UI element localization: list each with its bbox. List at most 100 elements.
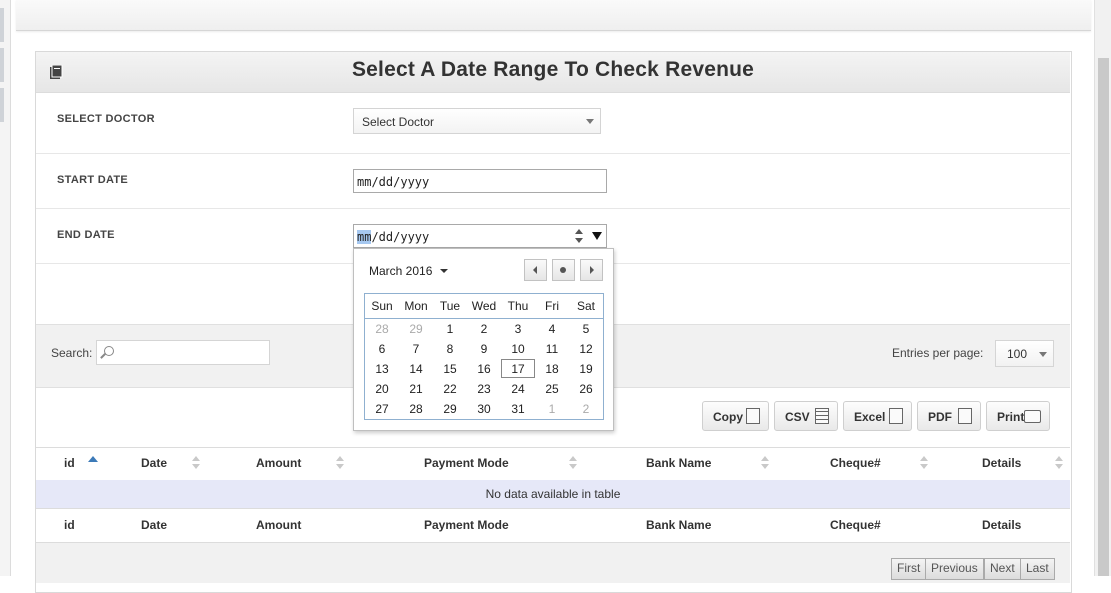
calendar-day-other-month[interactable]: 28 xyxy=(365,322,399,336)
sort-icon[interactable] xyxy=(1055,456,1063,470)
spin-up-icon[interactable] xyxy=(575,229,583,234)
doctor-select[interactable]: Select Doctor xyxy=(353,108,601,134)
calendar-day[interactable]: 22 xyxy=(433,382,467,396)
calendar-day[interactable]: 25 xyxy=(535,382,569,396)
column-header-cheque[interactable]: Cheque# xyxy=(830,456,881,470)
sort-icon[interactable] xyxy=(192,456,200,470)
calendar-day[interactable]: 10 xyxy=(501,342,535,356)
excel-label: Excel xyxy=(854,410,886,424)
calendar-day[interactable]: 27 xyxy=(365,402,399,416)
previous-page-button[interactable]: Previous xyxy=(925,558,984,580)
calendar-day[interactable]: 28 xyxy=(399,402,433,416)
calendar-day[interactable]: 16 xyxy=(467,362,501,376)
chevron-down-icon[interactable] xyxy=(440,269,448,273)
calendar-day[interactable]: 21 xyxy=(399,382,433,396)
print-button[interactable]: Print xyxy=(986,401,1050,431)
chevron-down-icon xyxy=(1039,352,1047,357)
column-header-amount[interactable]: Amount xyxy=(256,456,301,470)
start-date-input[interactable]: mm/dd/yyyy xyxy=(353,169,607,193)
calendar-day[interactable]: 9 xyxy=(467,342,501,356)
pdf-icon xyxy=(958,408,972,424)
chevron-left-icon xyxy=(533,266,537,274)
calendar-day[interactable]: 20 xyxy=(365,382,399,396)
calendar-day[interactable]: 7 xyxy=(399,342,433,356)
calendar-day[interactable]: 6 xyxy=(365,342,399,356)
calendar-day[interactable]: 23 xyxy=(467,382,501,396)
calendar-day[interactable]: 8 xyxy=(433,342,467,356)
divider xyxy=(36,208,1070,209)
column-header-date[interactable]: Date xyxy=(141,456,167,470)
calendar-day[interactable]: 13 xyxy=(365,362,399,376)
calendar-day[interactable]: 2 xyxy=(467,322,501,336)
end-date-input[interactable]: mm/dd/yyyy xyxy=(353,224,607,248)
calendar-day-other-month[interactable]: 29 xyxy=(399,322,433,336)
end-date-label: END DATE xyxy=(57,229,115,241)
calendar-day-other-month[interactable]: 2 xyxy=(569,402,603,416)
left-tab-marker xyxy=(0,8,4,42)
sort-icon[interactable] xyxy=(761,456,769,470)
calendar-day[interactable]: 5 xyxy=(569,322,603,336)
previous-month-button[interactable] xyxy=(524,259,547,281)
date-spinner[interactable] xyxy=(574,227,584,245)
first-page-button[interactable]: First xyxy=(891,558,927,580)
calendar-day[interactable]: 31 xyxy=(501,402,535,416)
empty-table-message: No data available in table xyxy=(485,487,621,501)
calendar-day[interactable]: 30 xyxy=(467,402,501,416)
table-footer-row xyxy=(36,509,1070,543)
column-header-payment-mode[interactable]: Payment Mode xyxy=(424,456,509,470)
next-month-button[interactable] xyxy=(580,259,603,281)
calendar-day[interactable]: 4 xyxy=(535,322,569,336)
calendar-day-other-month[interactable]: 1 xyxy=(535,402,569,416)
weekday-sun: Sun xyxy=(371,299,393,313)
printer-icon xyxy=(1024,410,1041,423)
dot-icon xyxy=(560,267,566,273)
spin-down-icon[interactable] xyxy=(575,238,583,243)
sort-icon[interactable] xyxy=(920,456,928,470)
last-page-button[interactable]: Last xyxy=(1020,558,1055,580)
pdf-label: PDF xyxy=(928,410,952,424)
search-input[interactable] xyxy=(96,340,270,365)
calendar-day[interactable]: 12 xyxy=(569,342,603,356)
end-date-month-segment[interactable]: mm xyxy=(357,230,372,244)
footer-column-amount: Amount xyxy=(256,518,302,532)
calendar-day[interactable]: 29 xyxy=(433,402,467,416)
pdf-button[interactable]: PDF xyxy=(917,401,981,431)
calendar-day[interactable]: 19 xyxy=(569,362,603,376)
calendar-day[interactable]: 17 xyxy=(501,362,535,376)
calendar-month-label[interactable]: March 2016 xyxy=(369,264,432,278)
calendar-day[interactable]: 11 xyxy=(535,342,569,356)
footer-column-payment-mode: Payment Mode xyxy=(424,518,509,532)
weekday-tue: Tue xyxy=(439,299,461,313)
entries-per-page-select[interactable]: 100 xyxy=(995,340,1054,367)
column-header-bank-name[interactable]: Bank Name xyxy=(646,456,711,470)
sort-icon[interactable] xyxy=(569,456,577,470)
calendar-day[interactable]: 14 xyxy=(399,362,433,376)
footer-column-bank-name: Bank Name xyxy=(646,518,712,532)
calendar-day[interactable]: 24 xyxy=(501,382,535,396)
excel-button[interactable]: Excel xyxy=(843,401,912,431)
search-label: Search: xyxy=(51,346,93,360)
copy-icon xyxy=(746,408,760,424)
calendar-dropdown-icon[interactable] xyxy=(592,232,602,240)
left-tab-marker xyxy=(0,48,4,82)
sort-ascending-icon[interactable] xyxy=(88,456,98,462)
calendar-day[interactable]: 15 xyxy=(433,362,467,376)
copy-button[interactable]: Copy xyxy=(702,401,769,431)
calendar-day[interactable]: 1 xyxy=(433,322,467,336)
excel-icon xyxy=(889,408,903,424)
csv-grid-icon xyxy=(815,408,829,424)
column-header-id[interactable]: id xyxy=(64,456,75,470)
calendar-day[interactable]: 18 xyxy=(535,362,569,376)
calendar-day[interactable]: 3 xyxy=(501,322,535,336)
sort-icon[interactable] xyxy=(336,456,344,470)
doctor-select-value: Select Doctor xyxy=(362,115,435,129)
csv-button[interactable]: CSV xyxy=(774,401,838,431)
next-page-button[interactable]: Next xyxy=(984,558,1021,580)
today-button[interactable] xyxy=(552,259,575,281)
calendar-day[interactable]: 26 xyxy=(569,382,603,396)
weekday-thu: Thu xyxy=(507,299,529,313)
page-scrollbar[interactable] xyxy=(1094,0,1111,576)
column-header-details[interactable]: Details xyxy=(982,456,1021,470)
scrollbar-thumb[interactable] xyxy=(1098,58,1109,576)
end-date-rest: /dd/yyyy xyxy=(371,230,430,244)
